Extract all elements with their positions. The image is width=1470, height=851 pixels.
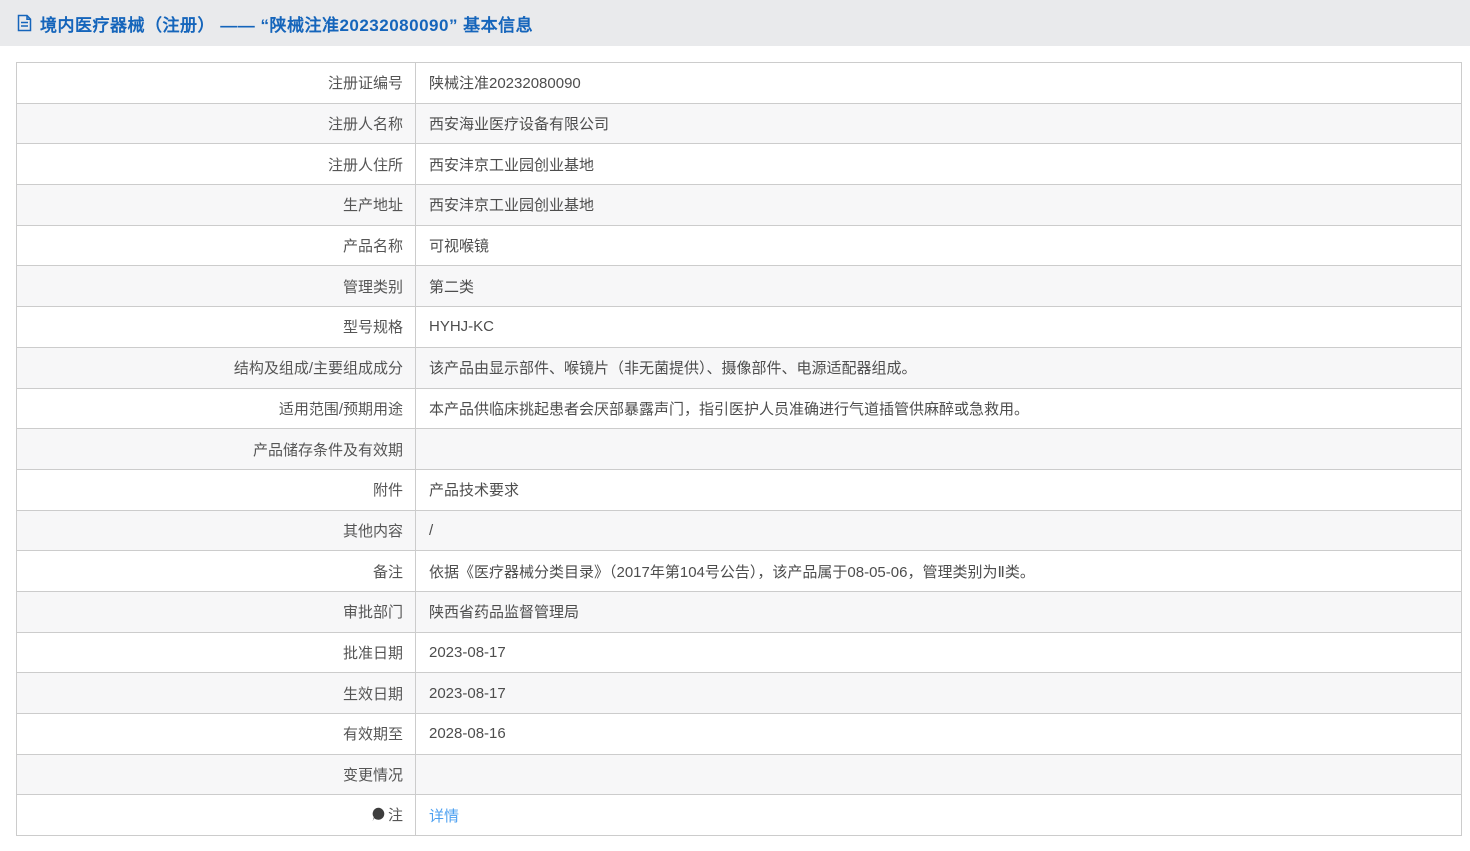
row-label: 管理类别 xyxy=(16,265,416,308)
row-label: 注册证编号 xyxy=(16,62,416,104)
row-label: 变更情况 xyxy=(16,753,416,796)
row-label: 批准日期 xyxy=(16,631,416,674)
table-row: 生效日期 2023-08-17 xyxy=(16,672,1462,714)
row-value: 可视喉镜 xyxy=(415,224,1462,267)
row-label: 生效日期 xyxy=(16,672,416,714)
row-label: 型号规格 xyxy=(16,306,416,348)
document-icon xyxy=(16,14,33,32)
row-label: 审批部门 xyxy=(16,590,416,633)
info-table-body: 注册证编号 陕械注准20232080090 注册人名称 西安海业医疗设备有限公司 注册人… xyxy=(16,62,1462,837)
table-row: 批准日期 2023-08-17 xyxy=(16,631,1462,674)
table-row: 结构及组成/主要组成成分 该产品由显示部件、喉镜片（非无菌提供）、摄像部件、电源适… xyxy=(16,346,1462,389)
row-label: 结构及组成/主要组成成分 xyxy=(16,346,416,389)
row-value: / xyxy=(415,509,1462,552)
row-value: 西安海业医疗设备有限公司 xyxy=(415,102,1462,145)
row-label: 注 xyxy=(16,794,416,837)
row-label: 其他内容 xyxy=(16,509,416,552)
table-row: 附件 产品技术要求 xyxy=(16,468,1462,511)
row-label: 备注 xyxy=(16,550,416,592)
registration-info-table: 注册证编号 陕械注准20232080090 注册人名称 西安海业医疗设备有限公司 注册人… xyxy=(16,62,1462,837)
row-value: 本产品供临床挑起患者会厌部暴露声门，指引医护人员准确进行气道插管供麻醉或急救用。 xyxy=(415,387,1462,430)
table-row: 适用范围/预期用途 本产品供临床挑起患者会厌部暴露声门，指引医护人员准确进行气道插… xyxy=(16,387,1462,430)
header-band: 境内医疗器械（注册） —— “陕械注准20232080090” 基本信息 xyxy=(0,0,1470,46)
row-value: 西安沣京工业园创业基地 xyxy=(415,184,1462,226)
row-label: 附件 xyxy=(16,468,416,511)
detail-link[interactable]: 详情 xyxy=(429,808,459,825)
row-value: 依据《医疗器械分类目录》（2017年第104号公告），该产品属于08-05-06… xyxy=(415,550,1462,592)
row-value: 2023-08-17 xyxy=(415,672,1462,714)
table-row: 注册人名称 西安海业医疗设备有限公司 xyxy=(16,102,1462,145)
table-row: 产品储存条件及有效期 xyxy=(16,428,1462,470)
table-row: 注册证编号 陕械注准20232080090 xyxy=(16,62,1462,104)
row-label: 注册人名称 xyxy=(16,102,416,145)
row-value: 西安沣京工业园创业基地 xyxy=(415,143,1462,186)
row-value xyxy=(415,753,1462,796)
row-label: 有效期至 xyxy=(16,713,416,755)
table-row: 产品名称 可视喉镜 xyxy=(16,224,1462,267)
row-label: 产品储存条件及有效期 xyxy=(16,428,416,470)
table-row: 管理类别 第二类 xyxy=(16,265,1462,308)
table-row: 变更情况 xyxy=(16,753,1462,796)
row-value: 该产品由显示部件、喉镜片（非无菌提供）、摄像部件、电源适配器组成。 xyxy=(415,346,1462,389)
row-value: HYHJ-KC xyxy=(415,306,1462,348)
table-row: 型号规格 HYHJ-KC xyxy=(16,306,1462,348)
table-row: 注册人住所 西安沣京工业园创业基地 xyxy=(16,143,1462,186)
row-label: 注册人住所 xyxy=(16,143,416,186)
table-row: 生产地址 西安沣京工业园创业基地 xyxy=(16,184,1462,226)
page-title: 境内医疗器械（注册） —— “陕械注准20232080090” 基本信息 xyxy=(40,15,534,35)
table-row: 注详情 xyxy=(16,794,1462,837)
row-value: 产品技术要求 xyxy=(415,468,1462,511)
row-value: 陕械注准20232080090 xyxy=(415,62,1462,104)
table-row: 备注 依据《医疗器械分类目录》（2017年第104号公告），该产品属于08-05-… xyxy=(16,550,1462,592)
row-value: 2028-08-16 xyxy=(415,713,1462,755)
row-label: 产品名称 xyxy=(16,224,416,267)
table-row: 有效期至 2028-08-16 xyxy=(16,713,1462,755)
row-value: 第二类 xyxy=(415,265,1462,308)
row-value xyxy=(415,428,1462,470)
row-value: 详情 xyxy=(415,794,1462,837)
row-value: 2023-08-17 xyxy=(415,631,1462,674)
row-label: 适用范围/预期用途 xyxy=(16,387,416,430)
row-value: 陕西省药品监督管理局 xyxy=(415,590,1462,633)
row-label: 生产地址 xyxy=(16,184,416,226)
table-row: 审批部门 陕西省药品监督管理局 xyxy=(16,590,1462,633)
bulb-icon xyxy=(371,807,385,826)
table-row: 其他内容 / xyxy=(16,509,1462,552)
